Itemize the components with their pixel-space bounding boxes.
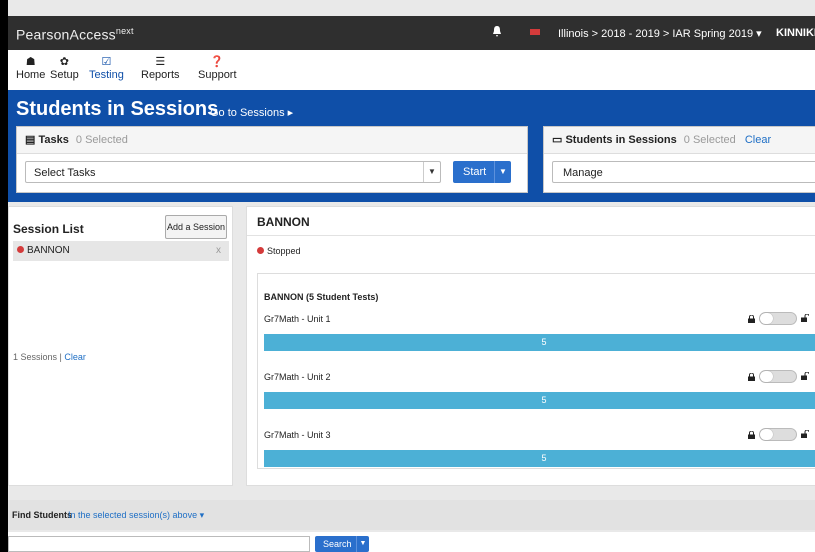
status-label: Stopped	[267, 246, 301, 256]
add-session-button[interactable]: Add a Session	[165, 215, 227, 239]
page-banner: Students in Sessions Go to Sessions ▸ ▤ …	[8, 90, 815, 202]
tasks-icon: ▤	[25, 134, 36, 146]
search-dropdown-icon[interactable]: ▼	[356, 536, 369, 552]
flag-icon[interactable]	[530, 29, 540, 35]
unlock-icon	[801, 372, 809, 380]
session-detail-panel: BANNON Stopped BANNON (5 Student Tests) …	[246, 206, 815, 486]
sis-clear-link[interactable]: Clear	[745, 134, 771, 146]
session-list-item[interactable]: BANNON x	[13, 241, 229, 261]
session-list-title: Session List	[13, 222, 84, 236]
lock-icon	[748, 373, 755, 381]
app-logo[interactable]: PearsonAccessnext	[16, 26, 134, 43]
session-name: BANNON	[27, 245, 70, 256]
brand-superscript: next	[115, 26, 134, 36]
student-tests-box: BANNON (5 Student Tests) Gr7Math - Unit …	[257, 273, 815, 469]
stopped-status-dot	[17, 245, 24, 253]
nav-support-label: Support	[198, 69, 237, 81]
find-students-label: Find Students	[12, 510, 72, 520]
nav-home-label: Home	[16, 69, 46, 81]
help-icon: ❓	[210, 56, 225, 68]
toggle-knob	[760, 429, 773, 440]
page-title: Students in Sessions	[16, 98, 219, 120]
divider	[247, 235, 815, 236]
search-button[interactable]: Search ▼	[315, 536, 369, 552]
select-tasks-dropdown[interactable]: Select Tasks ▼	[25, 161, 441, 183]
unlock-icon	[801, 430, 809, 438]
nav-home[interactable]: ☗ Home	[16, 55, 45, 81]
report-icon: ☰	[155, 56, 166, 68]
search-row: Search ▼	[8, 532, 815, 552]
session-count: 1 Sessions |	[13, 352, 62, 362]
lock-toggle[interactable]	[759, 428, 797, 441]
nav-setup-label: Setup	[50, 69, 79, 81]
student-tests-header: BANNON (5 Student Tests)	[264, 292, 379, 302]
lock-toggle[interactable]	[759, 370, 797, 383]
find-scope-dropdown[interactable]: In the selected session(s) above ▾	[68, 510, 204, 521]
unit-progress-bar[interactable]: 5	[264, 334, 815, 351]
lock-toggle[interactable]	[759, 312, 797, 325]
sis-title: Students in Sessions	[565, 134, 677, 146]
unit-name: Gr7Math - Unit 1	[264, 314, 331, 324]
tasks-selected-count: 0 Selected	[75, 134, 128, 146]
session-count-footer: 1 Sessions | Clear	[13, 352, 86, 362]
home-icon: ☗	[25, 56, 36, 68]
nav-reports-label: Reports	[141, 69, 180, 81]
start-label: Start	[463, 166, 487, 178]
toggle-knob	[760, 313, 773, 324]
sis-card-header: ▭ Students in Sessions 0 Selected Clear	[544, 127, 815, 154]
start-dropdown-icon[interactable]: ▼	[494, 161, 511, 183]
lock-icon	[748, 315, 755, 323]
session-detail-title: BANNON	[257, 215, 310, 229]
tasks-title: Tasks	[38, 134, 69, 146]
checkbox-icon: ☑	[101, 56, 112, 68]
lock-icon	[748, 431, 755, 439]
unit-name: Gr7Math - Unit 2	[264, 372, 331, 382]
tasks-card-header: ▤ Tasks 0 Selected	[17, 127, 527, 154]
nav-support[interactable]: ❓ Support	[198, 55, 237, 81]
session-list-panel: Session List Add a Session BANNON x 1 Se…	[8, 206, 233, 486]
nav-testing[interactable]: ☑ Testing	[89, 55, 124, 81]
nav-testing-label: Testing	[89, 69, 124, 81]
unit-name: Gr7Math - Unit 3	[264, 430, 331, 440]
start-button[interactable]: Start ▼	[453, 161, 511, 183]
tasks-card: ▤ Tasks 0 Selected Select Tasks ▼ Start …	[16, 126, 528, 193]
unit-progress-bar[interactable]: 5	[264, 450, 815, 467]
nav-setup[interactable]: ✿ Setup	[50, 55, 79, 81]
find-students-bar: Find Students In the selected session(s)…	[8, 500, 815, 530]
sis-selected-count: 0 Selected	[683, 134, 736, 146]
select-tasks-label: Select Tasks	[34, 167, 96, 179]
context-selector[interactable]: Illinois > 2018 - 2019 > IAR Spring 2019…	[558, 27, 762, 40]
go-to-sessions-link[interactable]: Go to Sessions ▸	[210, 106, 293, 119]
bell-icon[interactable]	[492, 26, 502, 37]
gear-icon: ✿	[59, 56, 69, 68]
manage-dropdown[interactable]: Manage	[552, 161, 815, 183]
session-status: Stopped	[257, 246, 301, 256]
unit-progress-bar[interactable]: 5	[264, 392, 815, 409]
stopped-status-dot	[257, 247, 264, 255]
chevron-down-icon: ▼	[423, 162, 440, 182]
search-input[interactable]	[8, 536, 310, 552]
brand-name: PearsonAccess	[16, 26, 116, 43]
sis-icon: ▭	[552, 134, 563, 146]
clear-sessions-link[interactable]: Clear	[64, 352, 86, 362]
user-menu[interactable]: KINNIKIN	[776, 27, 815, 39]
unlock-icon	[801, 314, 809, 322]
students-in-sessions-card: ▭ Students in Sessions 0 Selected Clear …	[543, 126, 815, 193]
main-nav: ☗ Home ✿ Setup ☑ Testing ☰ Reports ❓ Sup…	[8, 50, 815, 91]
search-label: Search	[323, 539, 352, 549]
top-bar: PearsonAccessnext Illinois > 2018 - 2019…	[8, 16, 815, 50]
panel-gap	[233, 206, 246, 486]
remove-session-icon[interactable]: x	[216, 241, 221, 261]
window-edge	[0, 0, 8, 552]
toggle-knob	[760, 371, 773, 382]
nav-reports[interactable]: ☰ Reports	[141, 55, 180, 81]
